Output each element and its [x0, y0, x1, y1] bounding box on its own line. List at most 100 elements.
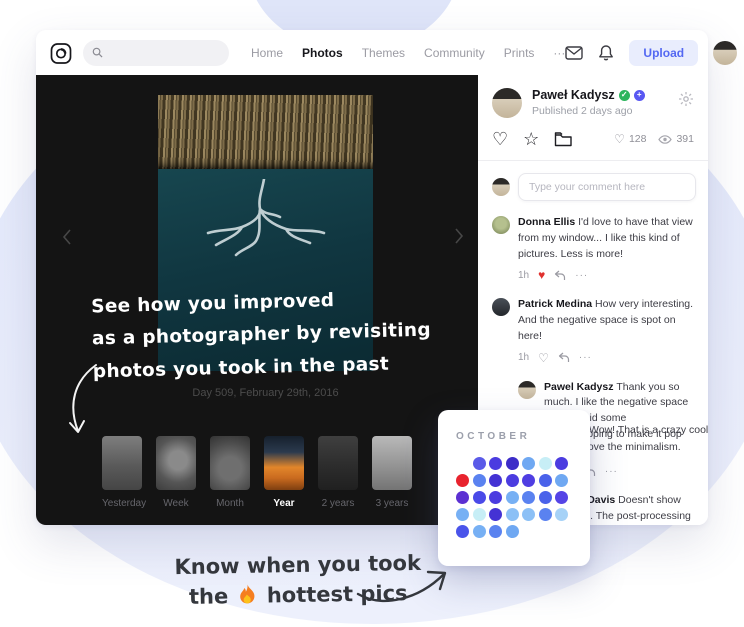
published-time: Published 2 days ago [532, 105, 645, 117]
settings-gear-icon[interactable] [678, 91, 694, 107]
user-avatar[interactable] [713, 41, 737, 65]
calendar-day-dot [506, 457, 519, 470]
commenter-avatar[interactable] [492, 216, 510, 234]
like-heart-icon[interactable]: ♡ [492, 130, 508, 148]
comment-like-heart-icon[interactable]: ♡ [538, 349, 549, 367]
comment: Donna Ellis I'd love to have that view f… [492, 215, 694, 284]
nav-item-themes[interactable]: Themes [362, 46, 405, 60]
calendar-day-dot [489, 508, 502, 521]
promo-overlay-text: See how you improved as a photographer b… [91, 283, 432, 389]
partially-hidden-comment: r Wow! That is a crazy cool Love the min… [582, 422, 708, 456]
calendar-dot-row [456, 506, 590, 523]
search-input[interactable] [109, 47, 229, 59]
calendar-day-dot [555, 508, 568, 521]
author-avatar[interactable] [492, 88, 522, 118]
comment-body: Donna Ellis I'd love to have that view f… [518, 215, 694, 284]
thumbnail-label: Month [210, 498, 250, 509]
views-count: 391 [658, 133, 694, 145]
comment-author[interactable]: Patrick Medina [518, 298, 595, 310]
favorite-star-icon[interactable]: ☆ [523, 130, 539, 148]
page: Home Photos Themes Community Prints ··· Uploa… [0, 0, 744, 627]
comment-like-heart-icon[interactable]: ♥ [538, 266, 545, 284]
comment: Patrick Medina How very interesting. And… [492, 297, 694, 366]
calendar-day-dot [489, 474, 502, 487]
thumbnail-label: Yesterday [102, 498, 142, 509]
photo-ice-branch [186, 179, 336, 279]
verified-badge-icon: ✓ [619, 90, 630, 101]
calendar-day-dot [555, 491, 568, 504]
comment-reply-icon[interactable] [558, 352, 570, 363]
views-eye-icon [658, 135, 672, 144]
calendar-day-dot [522, 457, 535, 470]
thumbnail-year[interactable]: Year [264, 436, 304, 509]
comment-more-icon[interactable]: ··· [605, 464, 618, 479]
thumbnail-image[interactable] [210, 436, 250, 490]
comment-more-icon[interactable]: ··· [579, 350, 592, 365]
prev-photo-chevron-icon[interactable] [62, 228, 72, 246]
calendar-dot-row [456, 489, 590, 506]
likes-count: ♡ 128 [614, 132, 646, 146]
calendar-day-dot [473, 474, 486, 487]
promo-arrow-down-icon [56, 361, 108, 443]
calendar-day-dot [489, 525, 502, 538]
search-bar[interactable] [83, 40, 229, 66]
photo-viewer: See how you improved as a photographer b… [36, 75, 478, 525]
commenter-avatar[interactable] [518, 381, 536, 399]
app-logo-icon[interactable] [49, 41, 73, 65]
calendar-day-dot [456, 491, 469, 504]
thumbnail-image[interactable] [102, 436, 142, 490]
comment-meta: 1h ♥ ··· [518, 266, 694, 284]
calendar-day-dot [473, 491, 486, 504]
thumbnail-month[interactable]: Month [210, 436, 250, 509]
comment-author[interactable]: Pawel Kadysz [544, 381, 616, 393]
thumbnail-yesterday[interactable]: Yesterday [102, 436, 142, 509]
calendar-day-dot [473, 457, 486, 470]
follow-plus-badge-icon[interactable]: + [634, 90, 645, 101]
next-photo-chevron-icon[interactable] [454, 227, 464, 245]
nav-item-prints[interactable]: Prints [504, 46, 535, 60]
comment-time: 1h [518, 268, 529, 283]
calendar-day-dot [456, 525, 469, 538]
calendar-dot-row [456, 523, 590, 540]
comment-input-row [478, 161, 708, 211]
photo-date-caption: Day 509, February 29th, 2016 [128, 387, 403, 399]
comment-input[interactable] [518, 173, 696, 201]
promo-arrow-up-right-icon [352, 560, 456, 608]
calendar-dot-grid [456, 455, 590, 540]
nav-item-more[interactable]: ··· [553, 46, 565, 60]
thumbnail-2years[interactable]: 2 years [318, 436, 358, 509]
calendar-day-dot [506, 525, 519, 538]
likes-heart-icon: ♡ [614, 132, 625, 146]
author-name[interactable]: Paweł Kadysz [532, 88, 615, 102]
nav-item-community[interactable]: Community [424, 46, 485, 60]
thumbnail-label: 2 years [318, 498, 358, 509]
thumbnail-image[interactable] [318, 436, 358, 490]
comment-author[interactable]: Donna Ellis [518, 216, 578, 228]
comment-reply-icon[interactable] [554, 270, 566, 281]
thumbnail-week[interactable]: Week [156, 436, 196, 509]
current-user-avatar [492, 178, 510, 196]
fire-icon [238, 584, 256, 605]
calendar-day-dot [456, 474, 469, 487]
calendar-day-dot [473, 508, 486, 521]
thumbnail-label: Year [264, 498, 304, 509]
add-to-collection-folder-icon[interactable] [554, 131, 573, 147]
notifications-bell-icon[interactable] [598, 44, 614, 62]
messages-icon[interactable] [565, 46, 583, 60]
commenter-avatar[interactable] [492, 298, 510, 316]
nav-item-home[interactable]: Home [251, 46, 283, 60]
thumbnail-image[interactable] [156, 436, 196, 490]
calendar-day-dot [555, 474, 568, 487]
calendar-day-dot [522, 491, 535, 504]
calendar-day-dot [539, 491, 552, 504]
thumbnail-image[interactable] [372, 436, 412, 490]
calendar-day-dot [473, 525, 486, 538]
upload-button[interactable]: Upload [629, 40, 698, 66]
comment-more-icon[interactable]: ··· [575, 268, 588, 283]
comment-time: 1h [518, 350, 529, 365]
calendar-day-dot [489, 491, 502, 504]
calendar-day-dot [539, 508, 552, 521]
nav-item-photos[interactable]: Photos [302, 46, 343, 60]
thumbnail-image[interactable] [264, 436, 304, 490]
thumbnail-3years[interactable]: 3 years [372, 436, 412, 509]
